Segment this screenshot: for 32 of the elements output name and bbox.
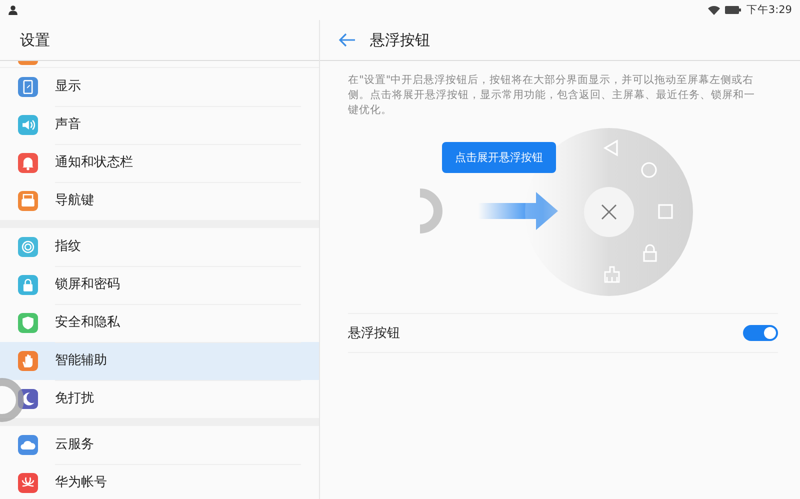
item-label: 锁屏和密码	[55, 266, 301, 304]
sidebar-title: 设置	[20, 30, 50, 50]
item-label: 智能辅助	[55, 342, 301, 380]
settings-item[interactable]: 华为帐号	[0, 464, 319, 499]
item-label: 免打扰	[55, 390, 95, 408]
back-arrow-icon[interactable]	[338, 33, 356, 47]
settings-item[interactable]: 锁屏和密码	[0, 266, 319, 304]
item-label: 声音	[55, 106, 301, 144]
settings-item[interactable]: 导航键	[0, 182, 319, 220]
status-time: 下午3:29	[746, 3, 792, 17]
settings-item[interactable]: 显示	[0, 68, 319, 106]
person-icon	[8, 5, 18, 15]
settings-item[interactable]: 智能辅助	[0, 342, 319, 380]
description-text: 在"设置"中开启悬浮按钮后，按钮将在大部分界面显示，并可以拖动至屏幕左侧或右侧。点击将展开悬浮按钮，显示常用功能，包含返回、主屏幕、最近任务、锁屏和一键优化。	[348, 73, 756, 118]
battery-icon	[725, 6, 742, 14]
item-label: 导航键	[55, 192, 95, 210]
item-label: 显示	[55, 68, 301, 106]
app-icon	[18, 61, 38, 65]
settings-item[interactable]: 声音	[0, 106, 319, 144]
item-label: 通知和状态栏	[55, 144, 301, 182]
toggle-switch[interactable]	[743, 325, 778, 341]
item-label: 云服务	[55, 426, 301, 464]
item-label: 华为帐号	[55, 474, 108, 492]
tooltip: 点击展开悬浮按钮	[442, 142, 556, 173]
wifi-icon	[708, 5, 720, 15]
floating-button-overlay[interactable]	[0, 376, 26, 424]
settings-item[interactable]: 指纹	[0, 228, 319, 266]
item-label: 指纹	[55, 228, 301, 266]
settings-item[interactable]: 通知和状态栏	[0, 144, 319, 182]
setting-label: 悬浮按钮	[348, 325, 400, 342]
settings-item[interactable]: 云服务	[0, 426, 319, 464]
page-title: 悬浮按钮	[370, 30, 430, 50]
